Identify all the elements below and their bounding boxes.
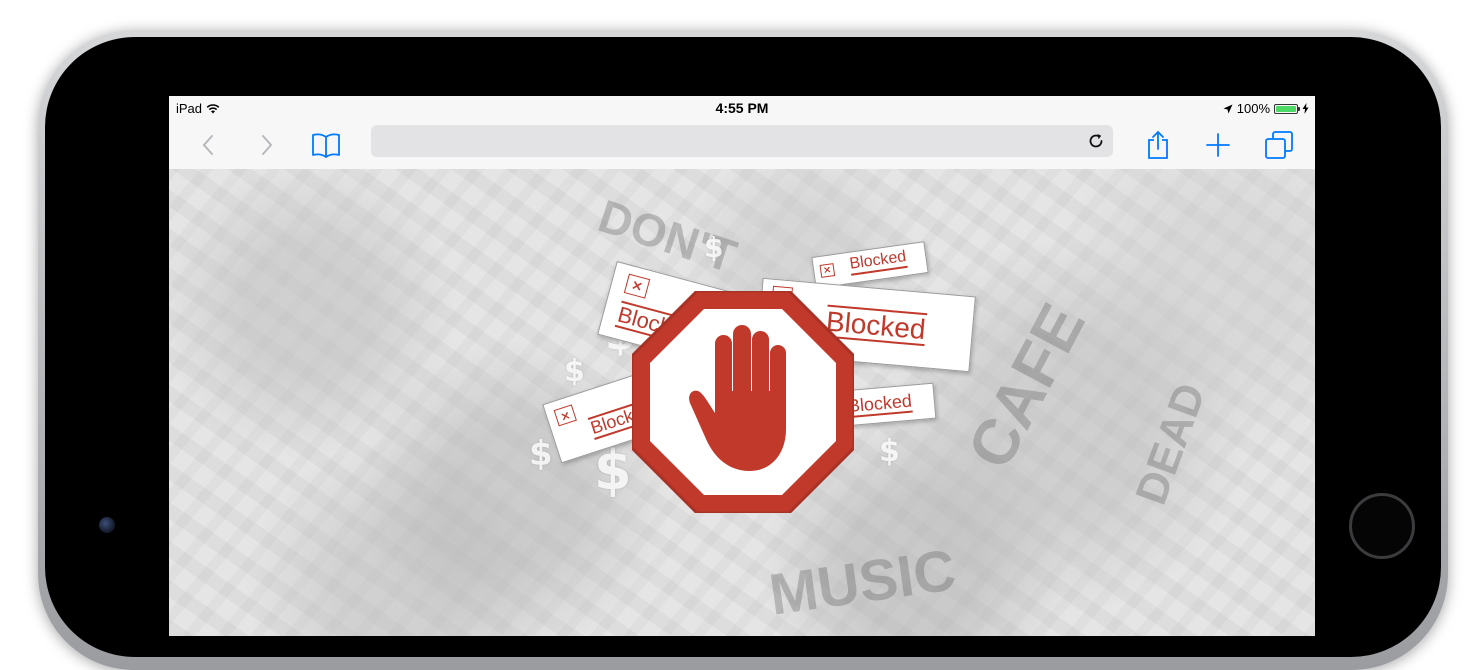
share-icon	[1148, 130, 1168, 159]
status-right: 100%	[1223, 101, 1309, 116]
stop-hand-icon	[632, 291, 854, 513]
bookmarks-button[interactable]	[309, 128, 343, 162]
charging-bolt-icon	[1302, 103, 1309, 114]
close-icon: ×	[819, 263, 836, 278]
back-button[interactable]	[191, 128, 225, 162]
background-word: CAFE	[953, 292, 1099, 480]
blocked-label: Blocked	[847, 390, 913, 418]
share-button[interactable]	[1141, 128, 1175, 162]
url-input[interactable]	[381, 125, 1075, 159]
chevron-left-icon	[202, 135, 213, 155]
web-content: DON'T MUSIC DEAD CAFE $ $ $ $ $ $ $ × Bl…	[169, 169, 1315, 636]
safari-toolbar	[169, 120, 1315, 170]
blocked-card: × Blocked	[811, 241, 929, 289]
battery-icon	[1274, 103, 1300, 114]
battery-fill	[1276, 105, 1296, 112]
dollar-sign: $	[704, 231, 724, 264]
address-bar[interactable]	[371, 125, 1113, 159]
location-arrow-icon	[1223, 104, 1233, 113]
dollar-sign: $	[564, 354, 585, 389]
clock: 4:55 PM	[715, 100, 769, 116]
forward-button[interactable]	[250, 128, 284, 162]
background-word: DEAD	[1126, 376, 1216, 511]
screen: iPad 4:55 PM 100% DON'T MUSIC DEAD CAFE …	[169, 96, 1315, 636]
reload-icon[interactable]	[1087, 132, 1105, 150]
plus-icon	[1206, 133, 1230, 157]
tabs-icon	[1265, 131, 1293, 159]
book-icon	[312, 133, 340, 158]
tabs-button[interactable]	[1262, 128, 1296, 162]
chevron-right-icon	[262, 135, 273, 155]
status-bar: iPad 4:55 PM 100%	[169, 96, 1315, 120]
battery-percent: 100%	[1236, 101, 1270, 116]
dollar-sign: $	[529, 434, 553, 474]
background-word: MUSIC	[765, 537, 960, 628]
close-icon: ×	[553, 404, 577, 427]
front-camera	[99, 517, 115, 533]
blocked-label: Blocked	[849, 248, 908, 276]
new-tab-button[interactable]	[1201, 128, 1235, 162]
dollar-sign: $	[879, 434, 900, 469]
home-button[interactable]	[1349, 493, 1415, 559]
